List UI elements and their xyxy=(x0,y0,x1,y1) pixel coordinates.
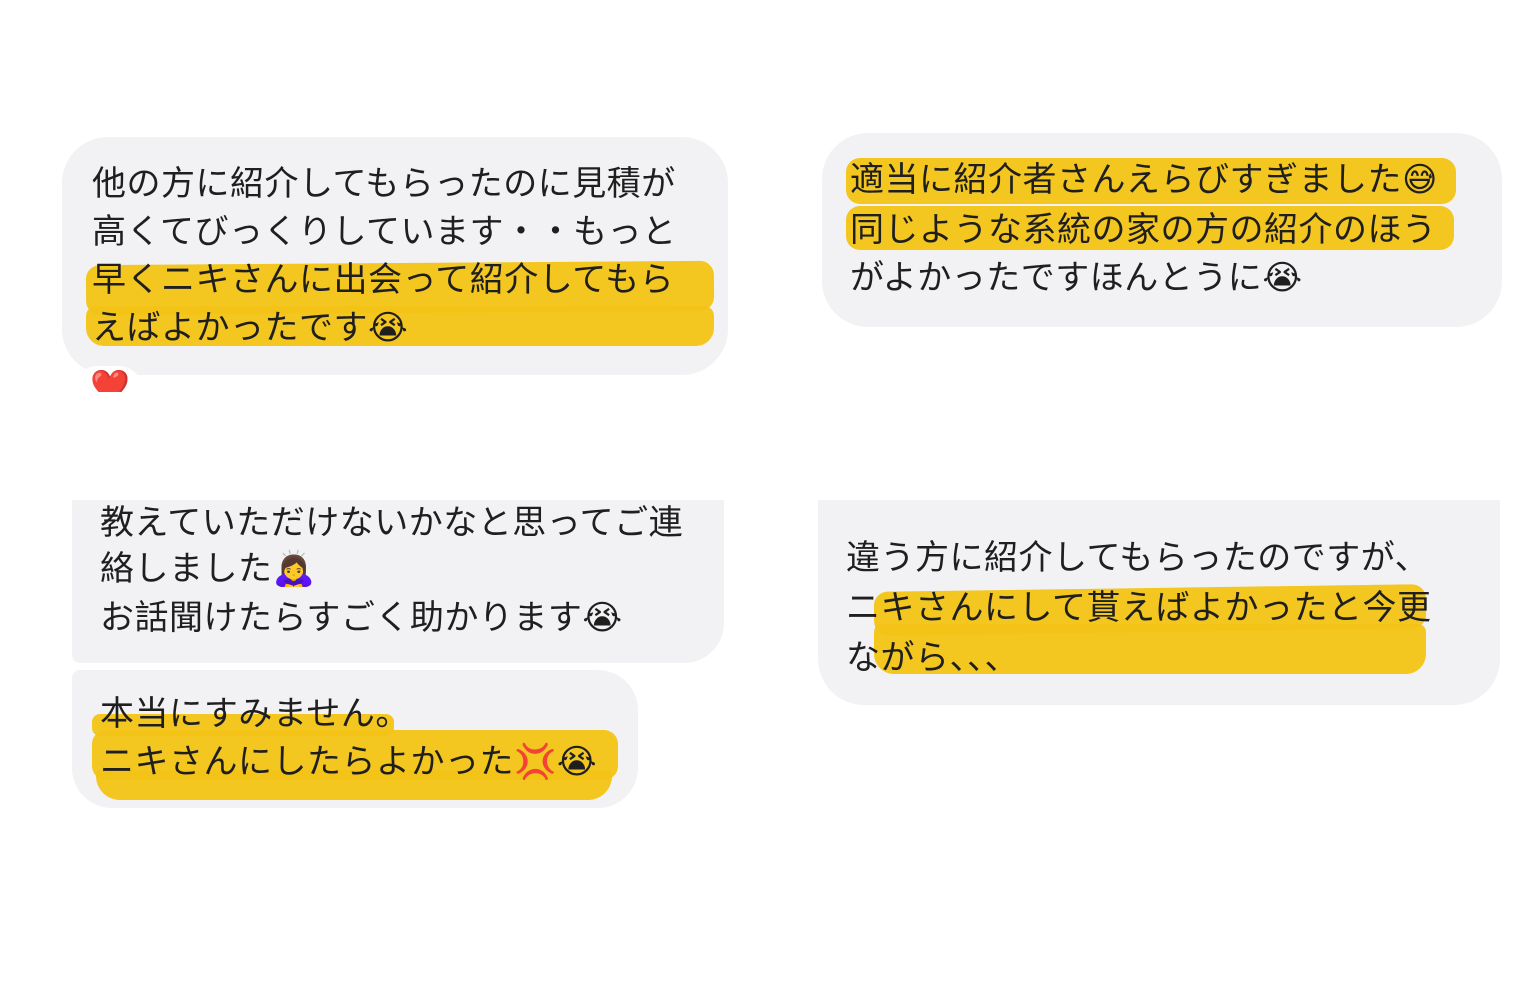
message-2-line-2: 同じような系統の家の方の紹介のほう xyxy=(850,210,1437,250)
anger-symbol-icon: 💢 xyxy=(514,742,557,782)
message-5-line-2: ニキさんにして貰えばよかったと今更 xyxy=(846,588,1432,628)
crying-emoji-icon: 😭 xyxy=(1262,258,1303,298)
message-2-line-3-text: がよかったですほんとうに xyxy=(850,258,1263,298)
bowing-person-emoji-icon: 🙇‍♀️ xyxy=(272,549,316,589)
message-3-line-3: お話聞けたらすごく助かります😭 xyxy=(100,594,623,642)
message-1-line-2: 高くてびっくりしています・・もっと xyxy=(92,212,677,252)
message-5-line-3: ながら、、、 xyxy=(846,638,1019,678)
message-4-line-1: 本当にすみません。 xyxy=(100,694,410,734)
message-1-line-4: えばよかったです😭 xyxy=(92,304,408,352)
crying-emoji-icon: 😭 xyxy=(582,598,623,638)
message-1-line-3: 早くニキさんに出会って紹介してもら xyxy=(92,260,675,300)
crying-emoji-icon: 😭 xyxy=(556,742,598,782)
screenshot-collage: 他の方に紹介してもらったのに見積が 高くてびっくりしています・・もっと 早くニキ… xyxy=(0,0,1536,1000)
message-3-line-2: 絡しました🙇‍♀️ xyxy=(100,545,315,593)
heart-icon: ❤️ xyxy=(90,367,130,392)
message-1-line-4-text: えばよかったです xyxy=(92,308,368,348)
message-5-line-1: 違う方に紹介してもらったのですが、 xyxy=(846,538,1430,578)
message-3-line-1: 教えていただけないかなと思ってご連 xyxy=(100,503,684,543)
sweat-smile-emoji-icon: 😅 xyxy=(1402,160,1438,200)
message-2-line-1: 適当に紹介者さんえらびすぎました😅 xyxy=(850,156,1438,204)
message-1-line-1: 他の方に紹介してもらったのに見積が xyxy=(92,164,676,204)
message-4-line-2: ニキさんにしたらよかった💢😭 xyxy=(100,738,597,786)
message-4-line-2-text: ニキさんにしたらよかった xyxy=(100,742,514,782)
message-2-line-1-text: 適当に紹介者さんえらびすぎました xyxy=(850,160,1402,200)
crying-emoji-icon: 😭 xyxy=(368,308,409,348)
message-2-line-3: がよかったですほんとうに😭 xyxy=(850,254,1303,302)
message-3-line-2-text: 絡しました xyxy=(100,549,273,589)
message-3-line-3-text: お話聞けたらすごく助かります xyxy=(100,598,583,638)
